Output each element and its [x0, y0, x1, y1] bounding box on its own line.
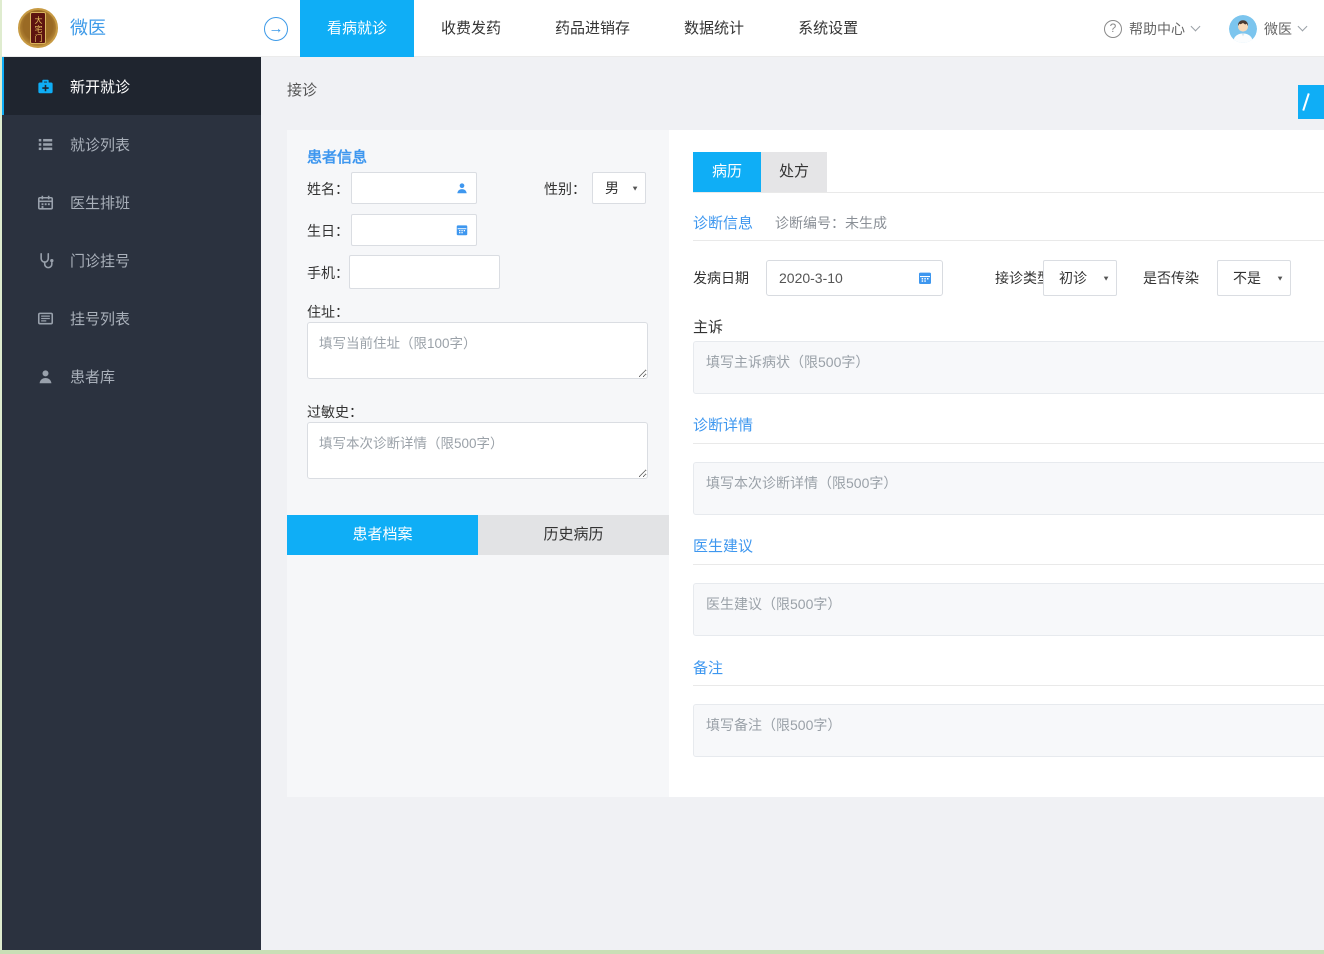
name-input[interactable]	[351, 172, 477, 204]
card-list-icon	[37, 312, 54, 324]
user-name-label: 微医	[1264, 20, 1292, 37]
dropdown-arrow-icon: ▼	[631, 184, 639, 192]
chief-complaint-textarea[interactable]	[693, 341, 1324, 394]
header-right: ? 帮助中心 微医	[1104, 0, 1308, 57]
sidebar-item-label: 门诊挂号	[70, 252, 131, 270]
birthday-label: 生日：	[307, 223, 349, 239]
divider	[693, 685, 1324, 686]
person-icon	[455, 181, 469, 195]
calendar-icon	[455, 223, 469, 237]
nav-tab-consult[interactable]: 看病就诊	[300, 0, 415, 57]
clinic-logo-text: 大宅门	[34, 15, 43, 43]
list-icon	[38, 138, 53, 150]
nav-tab-settings[interactable]: 系统设置	[771, 0, 885, 57]
patient-info-title: 患者信息	[307, 149, 368, 166]
collapse-arrow-icon[interactable]: →	[264, 17, 288, 41]
clinic-logo: 大宅门	[18, 8, 58, 48]
medical-kit-icon	[38, 79, 53, 93]
patient-info-panel: 患者信息 姓名： 性别： 男 ▼ 生日： 手机： 住址： 填写当前住址（限100…	[287, 130, 669, 797]
help-center-menu[interactable]: ? 帮助中心	[1104, 19, 1201, 39]
nav-tab-inventory[interactable]: 药品进销存	[528, 0, 657, 57]
medical-record-panel: 病历 处方 诊断信息 诊断编号：未生成 发病日期 接诊类型 初诊 ▼ 是	[669, 130, 1324, 797]
sidebar-item-label: 医生排班	[70, 194, 131, 212]
remark-label: 备注	[693, 660, 724, 677]
sidebar-item-label: 挂号列表	[70, 310, 131, 328]
birthday-input[interactable]	[351, 214, 477, 246]
gender-label: 性别：	[544, 181, 586, 197]
nav-tab-billing[interactable]: 收费发药	[414, 0, 528, 57]
patient-panel-tabs: 患者档案 历史病历	[287, 515, 669, 555]
onset-date-input[interactable]	[766, 260, 943, 296]
chief-complaint-label: 主诉	[693, 319, 724, 336]
dropdown-arrow-icon: ▼	[1102, 274, 1110, 282]
phone-input[interactable]	[349, 255, 500, 289]
nav-tab-statistics[interactable]: 数据统计	[657, 0, 771, 57]
page-edge-left	[0, 0, 2, 954]
brand-name: 微医	[70, 18, 106, 38]
clipped-action-button[interactable]	[1298, 85, 1324, 119]
chevron-down-icon	[1297, 21, 1308, 32]
stethoscope-icon	[40, 252, 54, 268]
sidebar-item-register-list[interactable]: 挂号列表	[0, 289, 261, 347]
doctor-advice-textarea[interactable]	[693, 583, 1324, 636]
contagious-select[interactable]: 不是 ▼	[1217, 260, 1291, 296]
address-textarea[interactable]	[307, 322, 648, 379]
onset-date-label: 发病日期	[693, 270, 749, 286]
sidebar-item-label: 就诊列表	[70, 136, 131, 154]
top-nav: 看病就诊 收费发药 药品进销存 数据统计 系统设置	[300, 0, 885, 57]
divider	[693, 564, 1324, 565]
allergy-history-textarea[interactable]	[307, 422, 648, 479]
tab-history-records[interactable]: 历史病历	[478, 515, 669, 555]
app-window: 大宅门 微医 → 看病就诊 收费发药 药品进销存 数据统计 系统设置 ? 帮助中…	[0, 0, 1324, 954]
sidebar-item-visit-list[interactable]: 就诊列表	[0, 115, 261, 173]
gender-value: 男	[605, 180, 620, 196]
user-menu[interactable]: 微医	[1229, 14, 1308, 43]
help-center-label: 帮助中心	[1129, 20, 1185, 37]
onset-date-value[interactable]	[779, 261, 909, 295]
divider	[693, 240, 1324, 241]
sidebar-item-label: 新开就诊	[70, 78, 131, 96]
diagnosis-detail-label: 诊断详情	[693, 417, 754, 434]
sidebar-item-doctor-schedule[interactable]: 医生排班	[0, 173, 261, 231]
gender-select[interactable]: 男 ▼	[592, 172, 646, 204]
divider	[693, 192, 1324, 193]
divider	[693, 443, 1324, 444]
tab-patient-archive[interactable]: 患者档案	[287, 515, 478, 555]
doctor-advice-label: 医生建议	[693, 538, 754, 555]
name-label: 姓名：	[307, 181, 349, 197]
address-label: 住址：	[307, 304, 349, 320]
top-header: 大宅门 微医 → 看病就诊 收费发药 药品进销存 数据统计 系统设置 ? 帮助中…	[0, 0, 1324, 57]
tab-medical-record[interactable]: 病历	[693, 152, 761, 192]
sidebar-item-outpatient-register[interactable]: 门诊挂号	[0, 231, 261, 289]
sidebar-item-patient-database[interactable]: 患者库	[0, 347, 261, 405]
dropdown-arrow-icon: ▼	[1276, 274, 1284, 282]
calendar-icon	[37, 195, 54, 210]
sidebar-item-new-visit[interactable]: 新开就诊	[0, 57, 261, 115]
visit-type-select[interactable]: 初诊 ▼	[1043, 260, 1117, 296]
contagious-value: 不是	[1233, 270, 1262, 286]
page-edge-bottom	[0, 950, 1324, 954]
user-avatar	[1229, 14, 1257, 43]
page-title: 接诊	[287, 82, 318, 99]
phone-label: 手机：	[307, 265, 349, 281]
question-icon: ?	[1104, 19, 1122, 38]
chevron-down-icon	[1190, 21, 1201, 32]
allergy-history-label: 过敏史：	[307, 404, 363, 420]
remark-textarea[interactable]	[693, 704, 1324, 757]
sidebar: 新开就诊 就诊列表 医生排班 门诊挂号 挂号列表 患者库	[0, 57, 261, 954]
diagnosis-detail-textarea[interactable]	[693, 462, 1324, 515]
diagnosis-number-text: 诊断编号：未生成	[775, 215, 887, 231]
diagnosis-info-label: 诊断信息	[693, 215, 754, 232]
visit-type-value: 初诊	[1059, 270, 1088, 286]
contagious-label: 是否传染	[1143, 270, 1199, 286]
sidebar-item-label: 患者库	[70, 368, 116, 386]
user-icon	[39, 369, 52, 383]
tab-prescription[interactable]: 处方	[761, 152, 827, 192]
calendar-icon	[917, 270, 933, 286]
